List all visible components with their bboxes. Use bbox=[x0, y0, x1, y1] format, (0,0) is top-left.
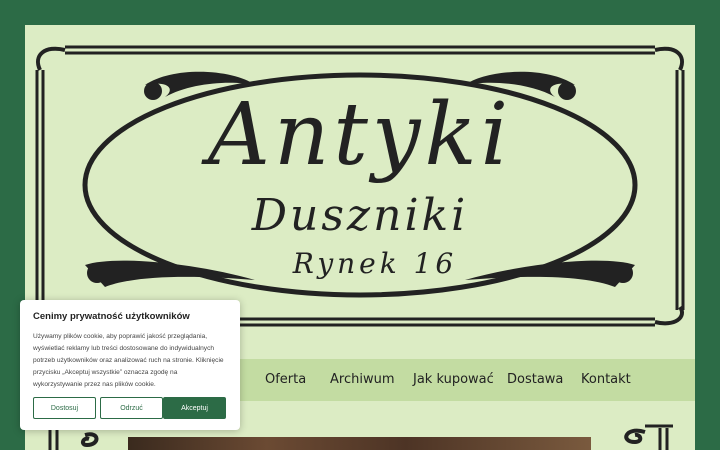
nav-item-archiwum[interactable]: Archiwum bbox=[330, 359, 395, 401]
logo-title: Antyki bbox=[207, 85, 513, 185]
nav-item-kontakt[interactable]: Kontakt bbox=[581, 359, 631, 401]
reject-button[interactable]: Odrzuć bbox=[100, 397, 163, 419]
ornament-curl-icon bbox=[624, 424, 673, 450]
cookie-title: Cenimy prywatność użytkowników bbox=[33, 311, 190, 322]
cookie-buttons: Dostosuj Odrzuć Akceptuj bbox=[33, 397, 227, 419]
cookie-consent-banner: Cenimy prywatność użytkowników Używamy p… bbox=[20, 300, 240, 430]
customize-button[interactable]: Dostosuj bbox=[33, 397, 96, 419]
cookie-text: Używamy plików cookie, aby poprawić jako… bbox=[33, 333, 224, 388]
logo-address: Rynek 16 bbox=[292, 247, 458, 280]
nav-item-oferta[interactable]: Oferta bbox=[265, 359, 306, 401]
product-photo bbox=[128, 437, 591, 450]
nav-item-dostawa[interactable]: Dostawa bbox=[507, 359, 563, 401]
nav-item-jak-kupowac[interactable]: Jak kupować bbox=[413, 359, 494, 401]
accept-button[interactable]: Akceptuj bbox=[163, 397, 226, 419]
logo-subtitle: Duszniki bbox=[251, 190, 469, 241]
